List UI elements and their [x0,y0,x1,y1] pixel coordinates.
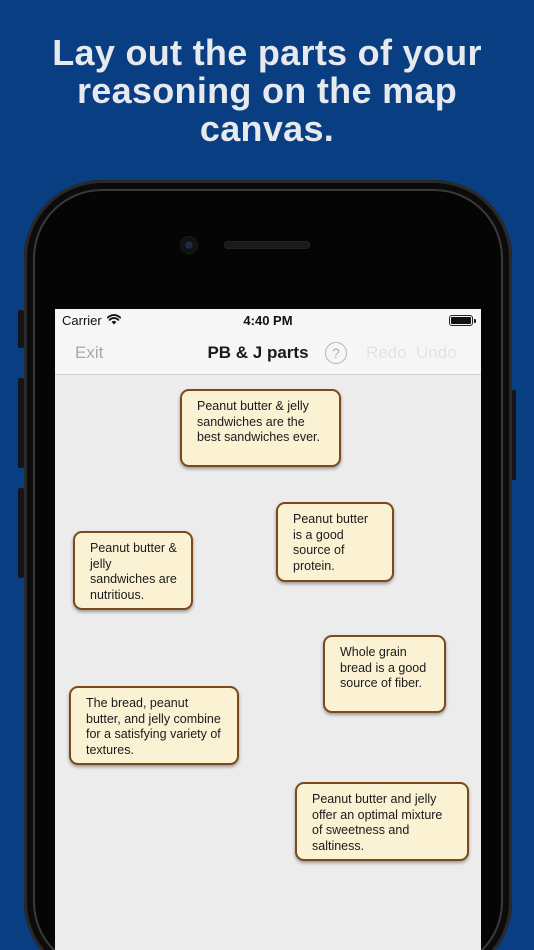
speaker-icon [224,241,310,249]
help-icon[interactable]: ? [325,342,347,364]
status-time: 4:40 PM [243,313,293,328]
note-card[interactable]: Peanut butter & jelly sandwiches are the… [180,389,341,467]
map-canvas[interactable]: Peanut butter & jelly sandwiches are the… [55,375,481,950]
headline-line-3: canvas. [199,108,335,149]
headline-line-1: Lay out the parts of your [52,32,482,73]
undo-button[interactable]: Undo [416,343,457,363]
battery-level [451,317,471,324]
status-bar: Carrier 4:40 PM [55,309,481,331]
note-card[interactable]: The bread, peanut butter, and jelly comb… [69,686,239,765]
camera-icon [181,237,197,253]
note-card[interactable]: Peanut butter is a good source of protei… [276,502,394,582]
battery-icon [449,315,476,326]
navigation-bar: Exit PB & J parts ? Redo Undo [55,331,481,375]
headline: Lay out the parts of your reasoning on t… [0,34,534,148]
note-card[interactable]: Peanut butter and jelly offer an optimal… [295,782,469,861]
headline-line-2: reasoning on the map [76,70,458,111]
phone-screen: Carrier 4:40 PM Exit PB & J parts ? Redo… [55,309,481,950]
note-card[interactable]: Peanut butter & jelly sandwiches are nut… [73,531,193,610]
redo-button[interactable]: Redo [366,343,407,363]
note-card[interactable]: Whole grain bread is a good source of fi… [323,635,446,713]
